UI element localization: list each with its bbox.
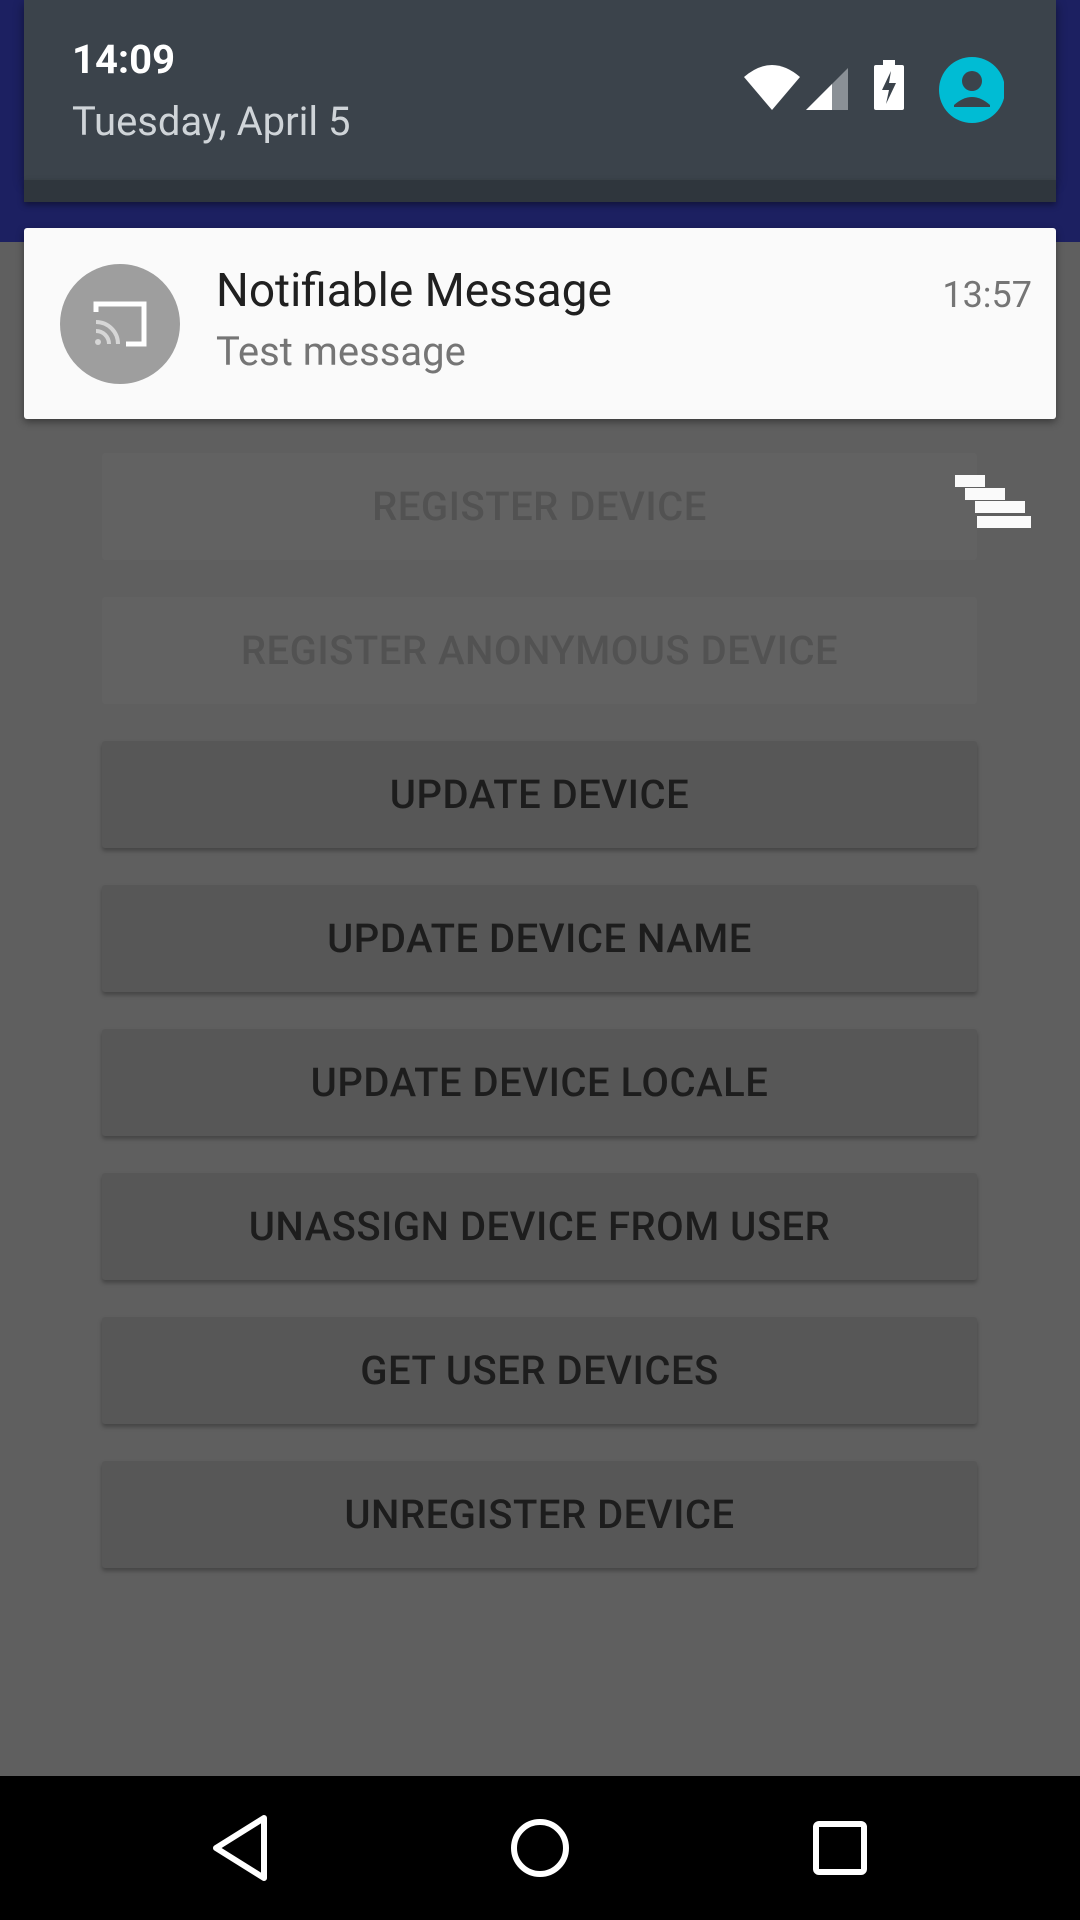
back-icon[interactable] xyxy=(200,1808,280,1888)
unassign-device-from-user-button[interactable]: UNASSIGN DEVICE FROM USER xyxy=(102,1173,977,1280)
date[interactable]: Tuesday, April 5 xyxy=(72,98,351,145)
cast-icon xyxy=(60,264,180,384)
menu-lines-icon[interactable] xyxy=(955,475,1031,535)
cell-signal-icon[interactable] xyxy=(806,68,848,110)
notification-card[interactable]: Notifiable Message Test message 13:57 xyxy=(24,228,1056,419)
notification-text: Test message xyxy=(216,328,466,375)
home-icon[interactable] xyxy=(500,1808,580,1888)
update-device-button[interactable]: UPDATE DEVICE xyxy=(102,741,977,848)
navigation-bar xyxy=(0,1776,1080,1920)
shade-drag-handle[interactable] xyxy=(24,180,1056,202)
register-device-button[interactable]: REGISTER DEVICE xyxy=(102,453,977,560)
notification-title: Notifiable Message xyxy=(216,264,612,318)
battery-charging-icon[interactable] xyxy=(874,60,904,110)
get-user-devices-button[interactable]: GET USER DEVICES xyxy=(102,1317,977,1424)
register-anonymous-device-button[interactable]: REGISTER ANONYMOUS DEVICE xyxy=(102,597,977,704)
recents-icon[interactable] xyxy=(800,1808,880,1888)
update-device-locale-button[interactable]: UPDATE DEVICE LOCALE xyxy=(102,1029,977,1136)
update-device-name-button[interactable]: UPDATE DEVICE NAME xyxy=(102,885,977,992)
unregister-device-button[interactable]: UNREGISTER DEVICE xyxy=(102,1461,977,1568)
wifi-icon[interactable] xyxy=(744,65,800,110)
notification-time: 13:57 xyxy=(942,274,1032,316)
clock: 14:09 xyxy=(72,36,176,83)
status-icons xyxy=(744,55,1005,125)
notification-shade-header: 14:09 Tuesday, April 5 xyxy=(24,0,1056,180)
user-avatar-icon[interactable] xyxy=(939,57,1005,123)
